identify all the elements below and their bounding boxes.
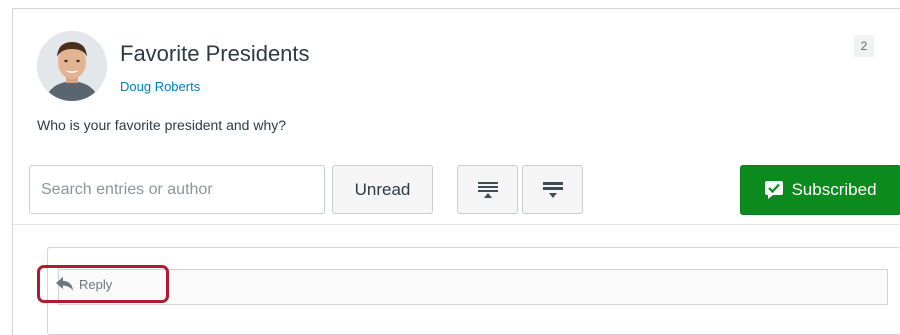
discussion-panel: Favorite Presidents Doug Roberts 2 Who i…: [12, 8, 900, 335]
discussion-message: Who is your favorite president and why?: [37, 117, 287, 133]
reply-arrow-icon: [56, 277, 73, 291]
collapse-all-button[interactable]: [522, 165, 583, 214]
expand-all-button[interactable]: [457, 165, 518, 214]
avatar[interactable]: [37, 31, 107, 101]
reply-label: Reply: [79, 276, 113, 292]
avatar-image: [37, 31, 107, 101]
reply-panel: [47, 247, 900, 335]
collapse-all-icon: [542, 181, 563, 198]
subscribed-label: Subscribed: [791, 180, 877, 199]
search-input[interactable]: [29, 165, 325, 214]
divider: [13, 224, 900, 225]
author-link[interactable]: Doug Roberts: [120, 79, 200, 94]
count-badge: 2: [854, 35, 874, 57]
reply-bar[interactable]: [58, 269, 888, 305]
discussion-title: Favorite Presidents: [120, 41, 310, 66]
unread-button[interactable]: Unread: [332, 165, 433, 214]
subscribed-button[interactable]: Subscribed: [740, 165, 900, 215]
reply-button[interactable]: Reply: [37, 265, 169, 303]
expand-all-icon: [477, 181, 498, 198]
checkmark-icon: [765, 181, 784, 199]
